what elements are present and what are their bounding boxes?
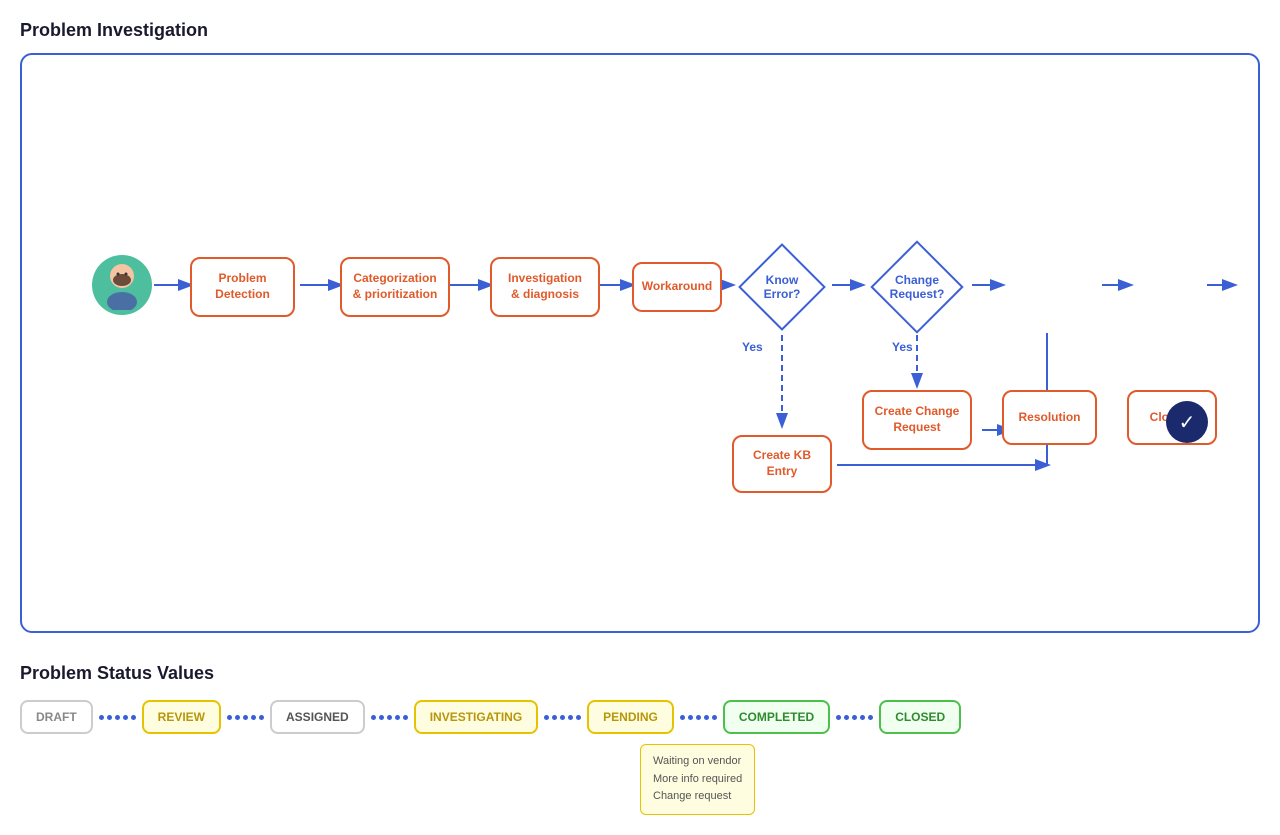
dot <box>544 715 549 720</box>
dot <box>680 715 685 720</box>
status-badge-investigating: INVESTIGATING <box>414 700 538 734</box>
dot <box>259 715 264 720</box>
node-problem-detection: Problem Detection <box>190 257 295 317</box>
pending-tooltip-wrapper: Waiting on vendorMore info requiredChang… <box>640 744 1260 815</box>
dot <box>836 715 841 720</box>
dot <box>243 715 248 720</box>
dot <box>560 715 565 720</box>
dot <box>860 715 865 720</box>
dot <box>379 715 384 720</box>
status-badge-draft: DRAFT <box>20 700 93 734</box>
yes-label-change-request: Yes <box>892 340 913 354</box>
status-bar: DRAFT REVIEW ASSIGNED <box>20 700 1260 734</box>
dot <box>868 715 873 720</box>
dot <box>107 715 112 720</box>
arrows-svg <box>42 85 1238 585</box>
dot <box>227 715 232 720</box>
node-create-kb-entry: Create KB Entry <box>732 435 832 493</box>
dots-3 <box>371 715 408 720</box>
dot <box>115 715 120 720</box>
node-categorization: Categorization & prioritization <box>340 257 450 317</box>
dot <box>552 715 557 720</box>
dots-5 <box>680 715 717 720</box>
dot <box>568 715 573 720</box>
status-badge-pending: PENDING <box>587 700 674 734</box>
dot <box>696 715 701 720</box>
dot <box>123 715 128 720</box>
dot <box>712 715 717 720</box>
dot <box>235 715 240 720</box>
yes-label-know-error: Yes <box>742 340 763 354</box>
dot <box>371 715 376 720</box>
page-title: Problem Investigation <box>20 20 1260 41</box>
pending-note: Waiting on vendorMore info requiredChang… <box>640 744 755 815</box>
node-investigation: Investigation & diagnosis <box>490 257 600 317</box>
status-section: Problem Status Values DRAFT REVIEW <box>20 663 1260 815</box>
dot <box>395 715 400 720</box>
node-create-change-request: Create Change Request <box>862 390 972 450</box>
node-resolution: Resolution <box>1002 390 1097 445</box>
dot <box>251 715 256 720</box>
dots-6 <box>836 715 873 720</box>
status-badge-assigned: ASSIGNED <box>270 700 365 734</box>
status-badge-review: REVIEW <box>142 700 221 734</box>
node-workaround: Workaround <box>632 262 722 312</box>
dot <box>576 715 581 720</box>
flow-area: Problem Detection Categorization & prior… <box>42 85 1238 585</box>
dot <box>704 715 709 720</box>
dot <box>403 715 408 720</box>
node-know-error: KnowError? <box>732 247 832 327</box>
dot <box>844 715 849 720</box>
dot <box>852 715 857 720</box>
node-change-request-question: ChangeRequest? <box>862 247 972 327</box>
status-badge-closed: CLOSED <box>879 700 961 734</box>
dot <box>131 715 136 720</box>
dot <box>688 715 693 720</box>
avatar <box>92 255 152 315</box>
dots-4 <box>544 715 581 720</box>
diagram-container: Problem Detection Categorization & prior… <box>20 53 1260 633</box>
dots-1 <box>99 715 136 720</box>
dot <box>387 715 392 720</box>
status-badge-completed: COMPLETED <box>723 700 830 734</box>
completion-checkmark: ✓ <box>1166 401 1208 443</box>
status-section-title: Problem Status Values <box>20 663 1260 684</box>
dots-2 <box>227 715 264 720</box>
dot <box>99 715 104 720</box>
